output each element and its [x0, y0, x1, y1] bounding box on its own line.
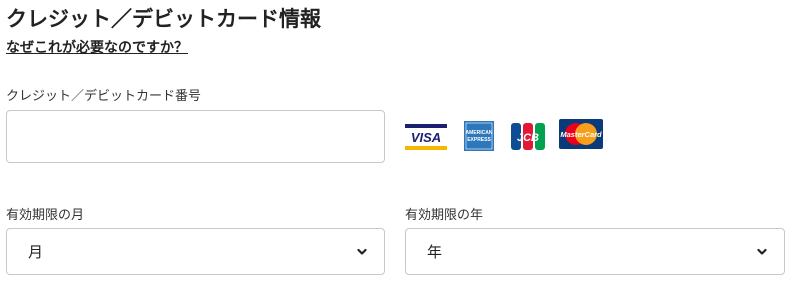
amex-logo-text-1: AMERICAN — [466, 130, 493, 136]
card-number-label: クレジット／デビットカード番号 — [6, 89, 202, 104]
expiry-year-label: 有効期限の年 — [405, 208, 484, 223]
page-title: クレジット／デビットカード情報 — [6, 7, 321, 31]
expiry-month-value: 月 — [28, 243, 44, 261]
expiry-month-select[interactable]: 月 — [6, 228, 385, 275]
why-needed-link[interactable]: なぜこれが必要なのですか？ — [6, 39, 188, 57]
expiry-month-label: 有効期限の月 — [6, 208, 85, 223]
expiry-year-select[interactable]: 年 — [405, 228, 785, 275]
jcb-logo-text: JCB — [517, 132, 539, 144]
expiry-year-value: 年 — [427, 243, 443, 261]
amex-logo-text-2: EXPRESS — [467, 137, 491, 143]
mastercard-logo-icon: MasterCard — [559, 119, 603, 149]
visa-logo-icon: VISA — [405, 124, 447, 150]
card-number-input[interactable] — [6, 110, 385, 163]
amex-logo-icon: AMERICAN EXPRESS — [464, 121, 494, 151]
chevron-down-icon — [757, 248, 767, 255]
jcb-logo-icon: JCB — [511, 123, 545, 150]
visa-logo-text: VISA — [411, 130, 441, 145]
chevron-down-icon — [357, 248, 367, 255]
mastercard-logo-text: MasterCard — [560, 130, 602, 139]
